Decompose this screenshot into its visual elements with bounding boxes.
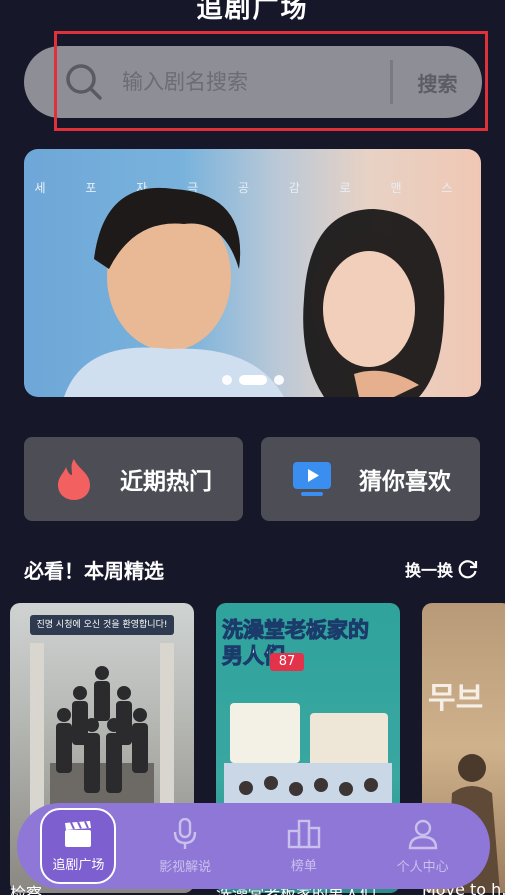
category-hot-button[interactable]: 近期热门 [24, 427, 243, 521]
bottom-tab-bar: 追剧广场 影视解说 榜单 个人中心 [17, 803, 490, 889]
search-icon [62, 60, 106, 104]
weekly-section-title: 必看！本周精选 [24, 559, 164, 583]
carousel-dot[interactable] [273, 375, 284, 385]
tab-video-commentary[interactable]: 影视解说 [135, 808, 235, 884]
tab-drama-plaza[interactable]: 追剧广场 [40, 808, 117, 884]
flame-icon [54, 457, 94, 501]
tab-label: 影视解说 [159, 859, 212, 875]
banner-image [64, 187, 445, 397]
carousel-dot-active[interactable] [238, 375, 267, 385]
tab-label: 榜单 [290, 858, 317, 874]
play-screen-icon [291, 460, 333, 498]
carousel-dots [24, 375, 481, 385]
search-input[interactable] [106, 46, 390, 118]
tab-label: 追剧广场 [52, 857, 105, 873]
category-guess-button[interactable]: 猜你喜欢 [261, 427, 480, 521]
search-button[interactable]: 搜索 [393, 68, 482, 97]
carousel-dot[interactable] [221, 375, 232, 385]
person-icon [407, 818, 439, 856]
category-guess-label: 猜你喜欢 [359, 469, 451, 495]
microphone-icon [172, 817, 198, 856]
refresh-label: 换一换 [404, 561, 453, 580]
page-title: 追剧广场 [196, 0, 309, 24]
clapperboard-icon [63, 820, 93, 854]
tab-label: 个人中心 [396, 859, 449, 875]
tab-ranking[interactable]: 榜单 [254, 808, 354, 884]
banner-carousel[interactable]: 세 포 자 극 공 감 로 맨 스 [24, 149, 481, 397]
refresh-icon [457, 558, 479, 580]
category-hot-label: 近期热门 [120, 469, 212, 495]
ranking-chart-icon [287, 819, 321, 855]
search-bar[interactable]: 搜索 [24, 46, 482, 118]
refresh-button[interactable]: 换一换 [405, 557, 479, 581]
tab-profile[interactable]: 个人中心 [373, 808, 473, 884]
